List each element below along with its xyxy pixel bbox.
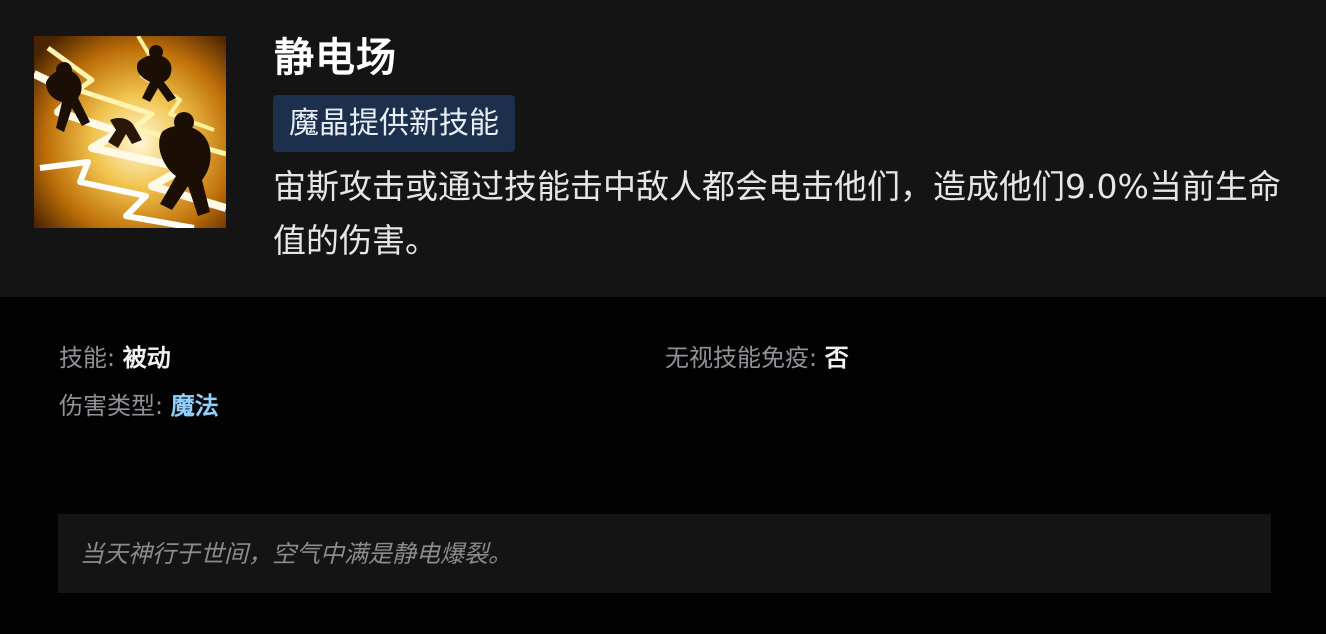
ability-type-label: 技能: [59,344,123,372]
ability-description: 宙斯攻击或通过技能击中敌人都会电击他们，造成他们9.0%当前生命值的伤害。 [273,167,1281,260]
lore-text: 当天神行于世间，空气中满是静电爆裂。 [80,540,512,568]
spell-immunity-label: 无视技能免疫: [665,344,825,372]
aghanims-shard-badge: 魔晶提供新技能 [273,95,515,152]
ability-header-panel: 静电场 魔晶提供新技能 宙斯攻击或通过技能击中敌人都会电击他们，造成他们9.0%… [0,0,1326,297]
damage-type-label: 伤害类型: [59,392,171,420]
spell-immunity-value: 否 [824,344,849,372]
ability-type-stat: 技能: 被动 [59,342,171,374]
spell-immunity-stat: 无视技能免疫: 否 [665,342,849,374]
ability-type-value: 被动 [122,344,171,372]
lightning-figures-icon [34,36,226,228]
lore-box: 当天神行于世间，空气中满是静电爆裂。 [58,514,1271,593]
damage-type-value: 魔法 [170,392,219,420]
damage-type-stat: 伤害类型: 魔法 [59,390,219,422]
ability-title: 静电场 [274,35,397,81]
static-field-ability-icon [34,36,226,228]
